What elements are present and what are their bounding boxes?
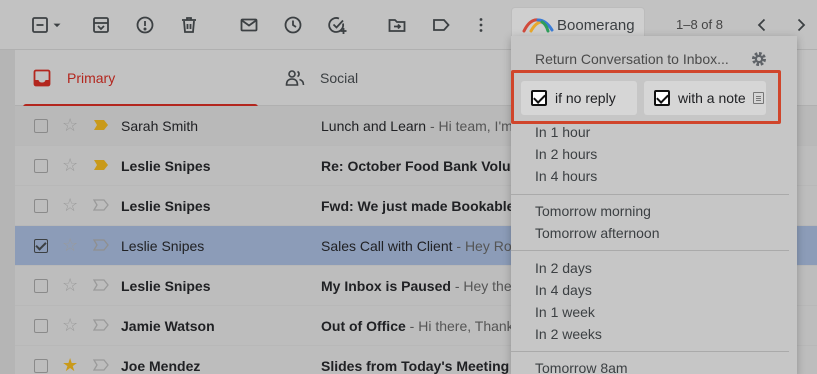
email-subject-line: Re: October Food Bank Volunt <box>321 158 511 174</box>
email-subject: Re: October Food Bank Volunt <box>321 158 511 174</box>
email-snippet: - Hey Ro <box>452 238 511 254</box>
menu-item-in-4-days[interactable]: In 4 days <box>535 282 592 298</box>
email-snippet: - Hey ther <box>450 278 511 294</box>
delete-icon[interactable] <box>177 13 201 37</box>
row-checkbox[interactable] <box>34 279 48 293</box>
menu-divider <box>511 351 789 352</box>
star-icon[interactable]: ★ <box>62 356 78 374</box>
menu-item-in-4-hours[interactable]: In 4 hours <box>535 168 597 184</box>
star-icon[interactable]: ☆ <box>62 196 78 214</box>
move-to-icon[interactable] <box>385 13 409 37</box>
email-subject: Sales Call with Client <box>321 238 453 254</box>
tab-social[interactable]: Social <box>273 50 516 106</box>
star-icon[interactable]: ☆ <box>62 236 78 254</box>
tab-primary-label: Primary <box>67 70 116 86</box>
with-a-note-option[interactable]: with a note <box>644 81 766 115</box>
email-subject: Fwd: We just made Bookable <box>321 198 511 214</box>
email-sender: Jamie Watson <box>121 318 215 334</box>
important-marker-icon[interactable] <box>93 199 109 211</box>
email-sender: Leslie Snipes <box>121 278 211 294</box>
chevron-left-icon[interactable] <box>750 13 774 37</box>
email-sender: Joe Mendez <box>121 358 201 374</box>
email-sender: Leslie Snipes <box>121 238 205 254</box>
star-icon[interactable]: ☆ <box>62 276 78 294</box>
email-subject-line: Sales Call with Client - Hey Ro <box>321 238 511 254</box>
menu-item-tomorrow-8am[interactable]: Tomorrow 8am <box>535 360 628 374</box>
boomerang-label: Boomerang <box>557 17 635 34</box>
if-no-reply-label: if no reply <box>555 90 616 106</box>
menu-item-in-1-hour[interactable]: In 1 hour <box>535 124 590 140</box>
menu-item-in-1-week[interactable]: In 1 week <box>535 304 595 320</box>
chevron-right-icon[interactable] <box>789 13 813 37</box>
if-no-reply-checkbox[interactable] <box>531 90 547 106</box>
email-snippet: - Hi team, I'm <box>426 118 511 134</box>
email-snippet: - Hi there, Thank <box>405 318 511 334</box>
star-icon[interactable]: ☆ <box>62 156 78 174</box>
archive-icon[interactable] <box>89 13 113 37</box>
important-marker-icon[interactable] <box>93 239 109 251</box>
menu-item-tomorrow-morning[interactable]: Tomorrow morning <box>535 203 651 219</box>
menu-item-tomorrow-afternoon[interactable]: Tomorrow afternoon <box>535 225 660 241</box>
menu-item-in-2-hours[interactable]: In 2 hours <box>535 146 597 162</box>
add-task-icon[interactable] <box>325 13 349 37</box>
email-subject-line: Out of Office - Hi there, Thank <box>321 318 511 334</box>
people-icon <box>285 70 305 86</box>
email-subject: My Inbox is Paused <box>321 278 451 294</box>
gear-icon[interactable] <box>749 49 769 69</box>
email-subject: Out of Office <box>321 318 406 334</box>
boomerang-logo-icon <box>522 18 554 33</box>
important-marker-icon[interactable] <box>93 319 109 331</box>
menu-item-in-2-days[interactable]: In 2 days <box>535 260 592 276</box>
row-checkbox[interactable] <box>34 239 48 253</box>
email-sender: Leslie Snipes <box>121 198 211 214</box>
pagination-count: 1–8 of 8 <box>676 17 723 32</box>
row-checkbox[interactable] <box>34 159 48 173</box>
select-checkbox-icon[interactable] <box>28 13 52 37</box>
select-dropdown-icon[interactable] <box>50 13 64 37</box>
inbox-icon <box>33 69 51 87</box>
star-icon[interactable]: ☆ <box>62 116 78 134</box>
snooze-icon[interactable] <box>281 13 305 37</box>
important-marker-icon[interactable] <box>93 279 109 291</box>
row-checkbox[interactable] <box>34 119 48 133</box>
menu-title: Return Conversation to Inbox... <box>535 51 729 67</box>
email-subject-line: Fwd: We just made Bookable <box>321 198 511 214</box>
with-a-note-checkbox[interactable] <box>654 90 670 106</box>
important-marker-icon[interactable] <box>93 119 109 131</box>
mark-unread-icon[interactable] <box>237 13 261 37</box>
menu-divider <box>511 194 789 195</box>
email-subject-line: Lunch and Learn - Hi team, I'm <box>321 118 511 134</box>
label-icon[interactable] <box>429 13 453 37</box>
star-icon[interactable]: ☆ <box>62 316 78 334</box>
email-subject-line: My Inbox is Paused - Hey ther <box>321 278 511 294</box>
email-subject-line: Slides from Today's Meeting - <box>321 358 511 374</box>
row-checkbox[interactable] <box>34 199 48 213</box>
if-no-reply-option[interactable]: if no reply <box>521 81 637 115</box>
important-marker-icon[interactable] <box>93 159 109 171</box>
with-a-note-label: with a note <box>678 90 746 106</box>
report-spam-icon[interactable] <box>133 13 157 37</box>
tab-primary[interactable]: Primary <box>15 50 258 107</box>
return-options-highlight: if no reply with a note <box>511 70 781 124</box>
email-sender: Sarah Smith <box>121 118 199 134</box>
email-sender: Leslie Snipes <box>121 158 211 174</box>
email-subject: Lunch and Learn <box>321 118 427 134</box>
row-checkbox[interactable] <box>34 319 48 333</box>
menu-item-in-2-weeks[interactable]: In 2 weeks <box>535 326 602 342</box>
boomerang-menu: Return Conversation to Inbox... if no re… <box>511 36 797 374</box>
email-subject: Slides from Today's Meeting <box>321 358 510 374</box>
row-checkbox[interactable] <box>34 359 48 373</box>
more-icon[interactable] <box>469 13 493 37</box>
important-marker-icon[interactable] <box>93 359 109 371</box>
note-icon <box>753 92 764 104</box>
menu-divider <box>511 250 789 251</box>
tab-social-label: Social <box>320 70 359 86</box>
